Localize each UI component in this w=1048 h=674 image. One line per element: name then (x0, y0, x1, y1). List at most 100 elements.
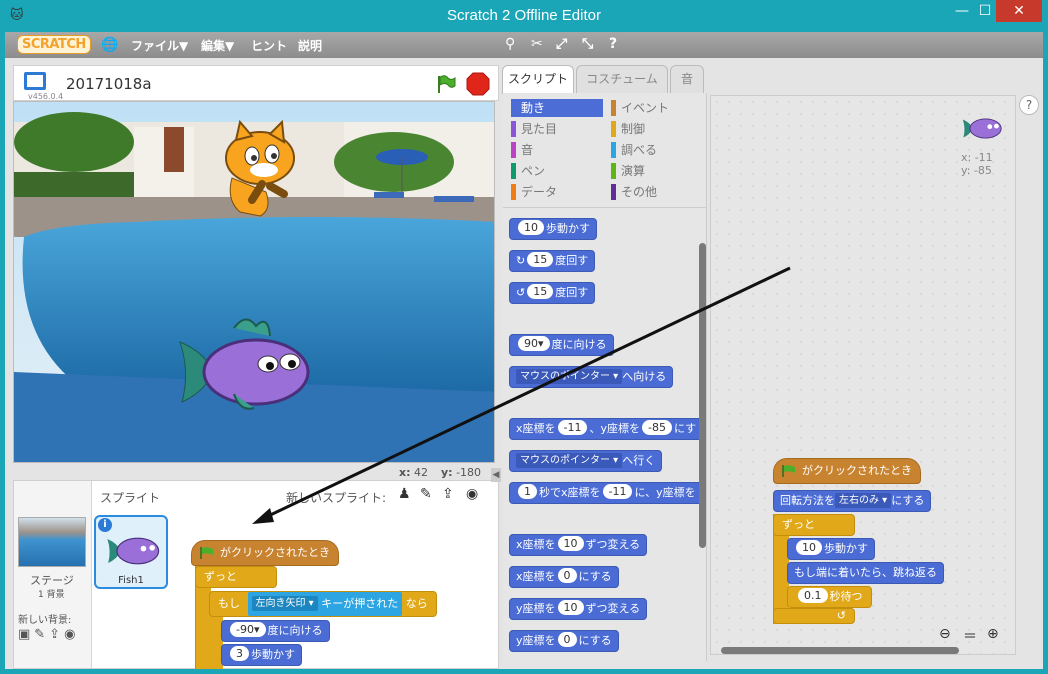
category-label: 調べる (621, 143, 658, 157)
green-flag-icon[interactable] (435, 73, 457, 95)
scratch-logo[interactable]: SCRATCH (17, 35, 91, 54)
menu-bar: SCRATCH 🌐 ファイル▼ 編集▼ ヒント 説明 ⚲ ✂ ⤢ ⤡ ? (5, 32, 1043, 58)
category-color-bar (511, 142, 516, 158)
turn-right-icon: ↻ (516, 254, 526, 267)
if-key-block-dragged[interactable]: もし 左向き矢印 ▾ キーが押された なら (209, 591, 437, 617)
fish-sprite-thumb[interactable]: i Fish1 (94, 515, 168, 589)
zoom-out-icon[interactable]: ⊖ (939, 626, 951, 642)
category-left-4[interactable]: データ (511, 183, 603, 201)
zoom-reset-icon[interactable]: ＝ (963, 626, 977, 646)
menu-file[interactable]: ファイル▼ (131, 37, 188, 54)
paint-sprite-icon[interactable]: ✎ (420, 486, 432, 502)
move-steps-block-script[interactable]: 10 歩動かす (787, 538, 875, 560)
dragged-script[interactable]: がクリックされたとき ずっと もし 左向き矢印 ▾ キーが押された なら -90… (191, 540, 461, 669)
point-direction-block[interactable]: 90▾ 度に向ける (509, 334, 614, 356)
new-backdrop-label: 新しい背景: (18, 615, 72, 626)
change-y-block[interactable]: y座標を 10 ずつ変える (509, 598, 648, 620)
category-color-bar (511, 100, 516, 116)
when-flag-clicked-hat[interactable]: がクリックされたとき (773, 458, 921, 484)
category-color-bar (611, 163, 616, 179)
fish-sprite[interactable] (174, 312, 314, 422)
category-right-4[interactable]: その他 (611, 183, 703, 201)
maximize-button[interactable]: ☐ (975, 0, 995, 22)
backdrop-tools[interactable]: ▣✎⇪◉ (18, 627, 79, 642)
category-color-bar (611, 121, 616, 137)
tab-scripts[interactable]: スクリプト (502, 65, 574, 94)
tab-costumes[interactable]: コスチューム (576, 65, 668, 93)
choose-sprite-icon[interactable]: ♟ (398, 486, 411, 502)
category-label: イベント (621, 101, 670, 115)
palette-scrollbar[interactable] (699, 243, 706, 548)
title-bar: 🐱 Scratch 2 Offline Editor — ☐ ✕ (0, 0, 1048, 32)
zoom-in-icon[interactable]: ⊕ (987, 626, 999, 642)
cat-sprite[interactable] (212, 120, 304, 222)
globe-icon[interactable]: 🌐 (101, 37, 118, 53)
stage-header: v456.0.4 20171018a (13, 65, 499, 101)
goto-block[interactable]: マウスのポインター ▾ へ行く (509, 450, 663, 472)
change-x-block[interactable]: x座標を 10 ずつ変える (509, 534, 648, 556)
delete-scissors-icon[interactable]: ✂ (531, 36, 543, 52)
when-flag-clicked-hat-dragged[interactable]: がクリックされたとき (191, 540, 339, 566)
help-icon[interactable]: ? (609, 36, 617, 52)
move-steps-block-dragged[interactable]: 3 歩動かす (221, 644, 302, 666)
menu-tips[interactable]: ヒント (251, 37, 287, 54)
editor-app: SCRATCH 🌐 ファイル▼ 編集▼ ヒント 説明 ⚲ ✂ ⤢ ⤡ ? v45… (5, 32, 1043, 669)
help-side-icon[interactable]: ? (1019, 95, 1039, 115)
project-name[interactable]: 20171018a (66, 75, 152, 93)
stage[interactable] (13, 101, 495, 463)
point-towards-block[interactable]: マウスのポインター ▾ へ向ける (509, 366, 674, 388)
collapse-arrow-icon[interactable]: ◀ (491, 468, 501, 482)
script-area[interactable]: x: -11 y: -85 がクリックされたとき 回転方法を 左右のみ ▾ にする … (710, 95, 1016, 655)
duplicate-stamp-icon[interactable]: ⚲ (505, 36, 515, 52)
category-left-0[interactable]: 動き (511, 99, 603, 117)
forever-label[interactable]: ずっと (773, 514, 855, 536)
upload-sprite-icon[interactable]: ⇪ (442, 486, 454, 502)
script-h-scrollbar[interactable] (721, 647, 959, 654)
palette-divider (503, 207, 706, 208)
stop-sign-icon[interactable] (466, 72, 490, 96)
category-label: 音 (521, 143, 534, 157)
set-x-block[interactable]: x座標を 0 にする (509, 566, 619, 588)
category-color-bar (611, 184, 616, 200)
version-label: v456.0.4 (28, 92, 64, 101)
sprites-title: スプライト (100, 491, 161, 505)
point-direction-block-dragged[interactable]: -90▾ 度に向ける (221, 620, 330, 642)
set-y-block[interactable]: y座標を 0 にする (509, 630, 619, 652)
forever-label-dragged[interactable]: ずっと (195, 566, 277, 588)
category-right-1[interactable]: 制御 (611, 120, 703, 138)
minimize-button[interactable]: — (949, 0, 975, 22)
turn-right-block[interactable]: ↻ 15 度回す (509, 250, 596, 272)
category-left-3[interactable]: ペン (511, 162, 603, 180)
turn-left-block[interactable]: ↺ 15 度回す (509, 282, 596, 304)
camera-sprite-icon[interactable]: ◉ (466, 486, 478, 502)
close-button[interactable]: ✕ (996, 0, 1042, 22)
green-flag-icon (782, 465, 795, 477)
category-color-bar (511, 121, 516, 137)
set-rotation-style-block[interactable]: 回転方法を 左右のみ ▾ にする (773, 490, 932, 512)
sprite-y-readout: y: -85 (961, 164, 992, 177)
stage-thumbnail[interactable] (18, 517, 86, 567)
category-label: 制御 (621, 122, 646, 136)
goto-xy-block[interactable]: x座標を -11 、y座標を -85 にす (509, 418, 705, 440)
turn-left-icon: ↺ (516, 286, 526, 299)
category-label: 動き (521, 101, 546, 115)
bounce-block[interactable]: もし端に着いたら、跳ね返る (787, 562, 944, 584)
wait-block[interactable]: 0.1 秒待つ (787, 586, 872, 608)
green-flag-icon (200, 547, 213, 559)
category-right-0[interactable]: イベント (611, 99, 703, 117)
shrink-icon[interactable]: ⤡ (582, 36, 593, 52)
stage-label: ステージ (30, 574, 74, 587)
category-left-2[interactable]: 音 (511, 141, 603, 159)
category-right-3[interactable]: 演算 (611, 162, 703, 180)
category-right-2[interactable]: 調べる (611, 141, 703, 159)
grow-icon[interactable]: ⤢ (556, 36, 567, 52)
menu-edit[interactable]: 編集▼ (201, 37, 234, 54)
move-steps-block[interactable]: 10 歩動かす (509, 218, 597, 240)
category-label: データ (521, 185, 558, 199)
menu-about[interactable]: 説明 (298, 37, 322, 54)
tab-sounds[interactable]: 音 (670, 65, 704, 93)
fullscreen-icon[interactable] (24, 72, 46, 90)
category-left-1[interactable]: 見た目 (511, 120, 603, 138)
category-label: 演算 (621, 164, 646, 178)
glide-block[interactable]: 1 秒でx座標を -11 に、y座標を (509, 482, 705, 504)
